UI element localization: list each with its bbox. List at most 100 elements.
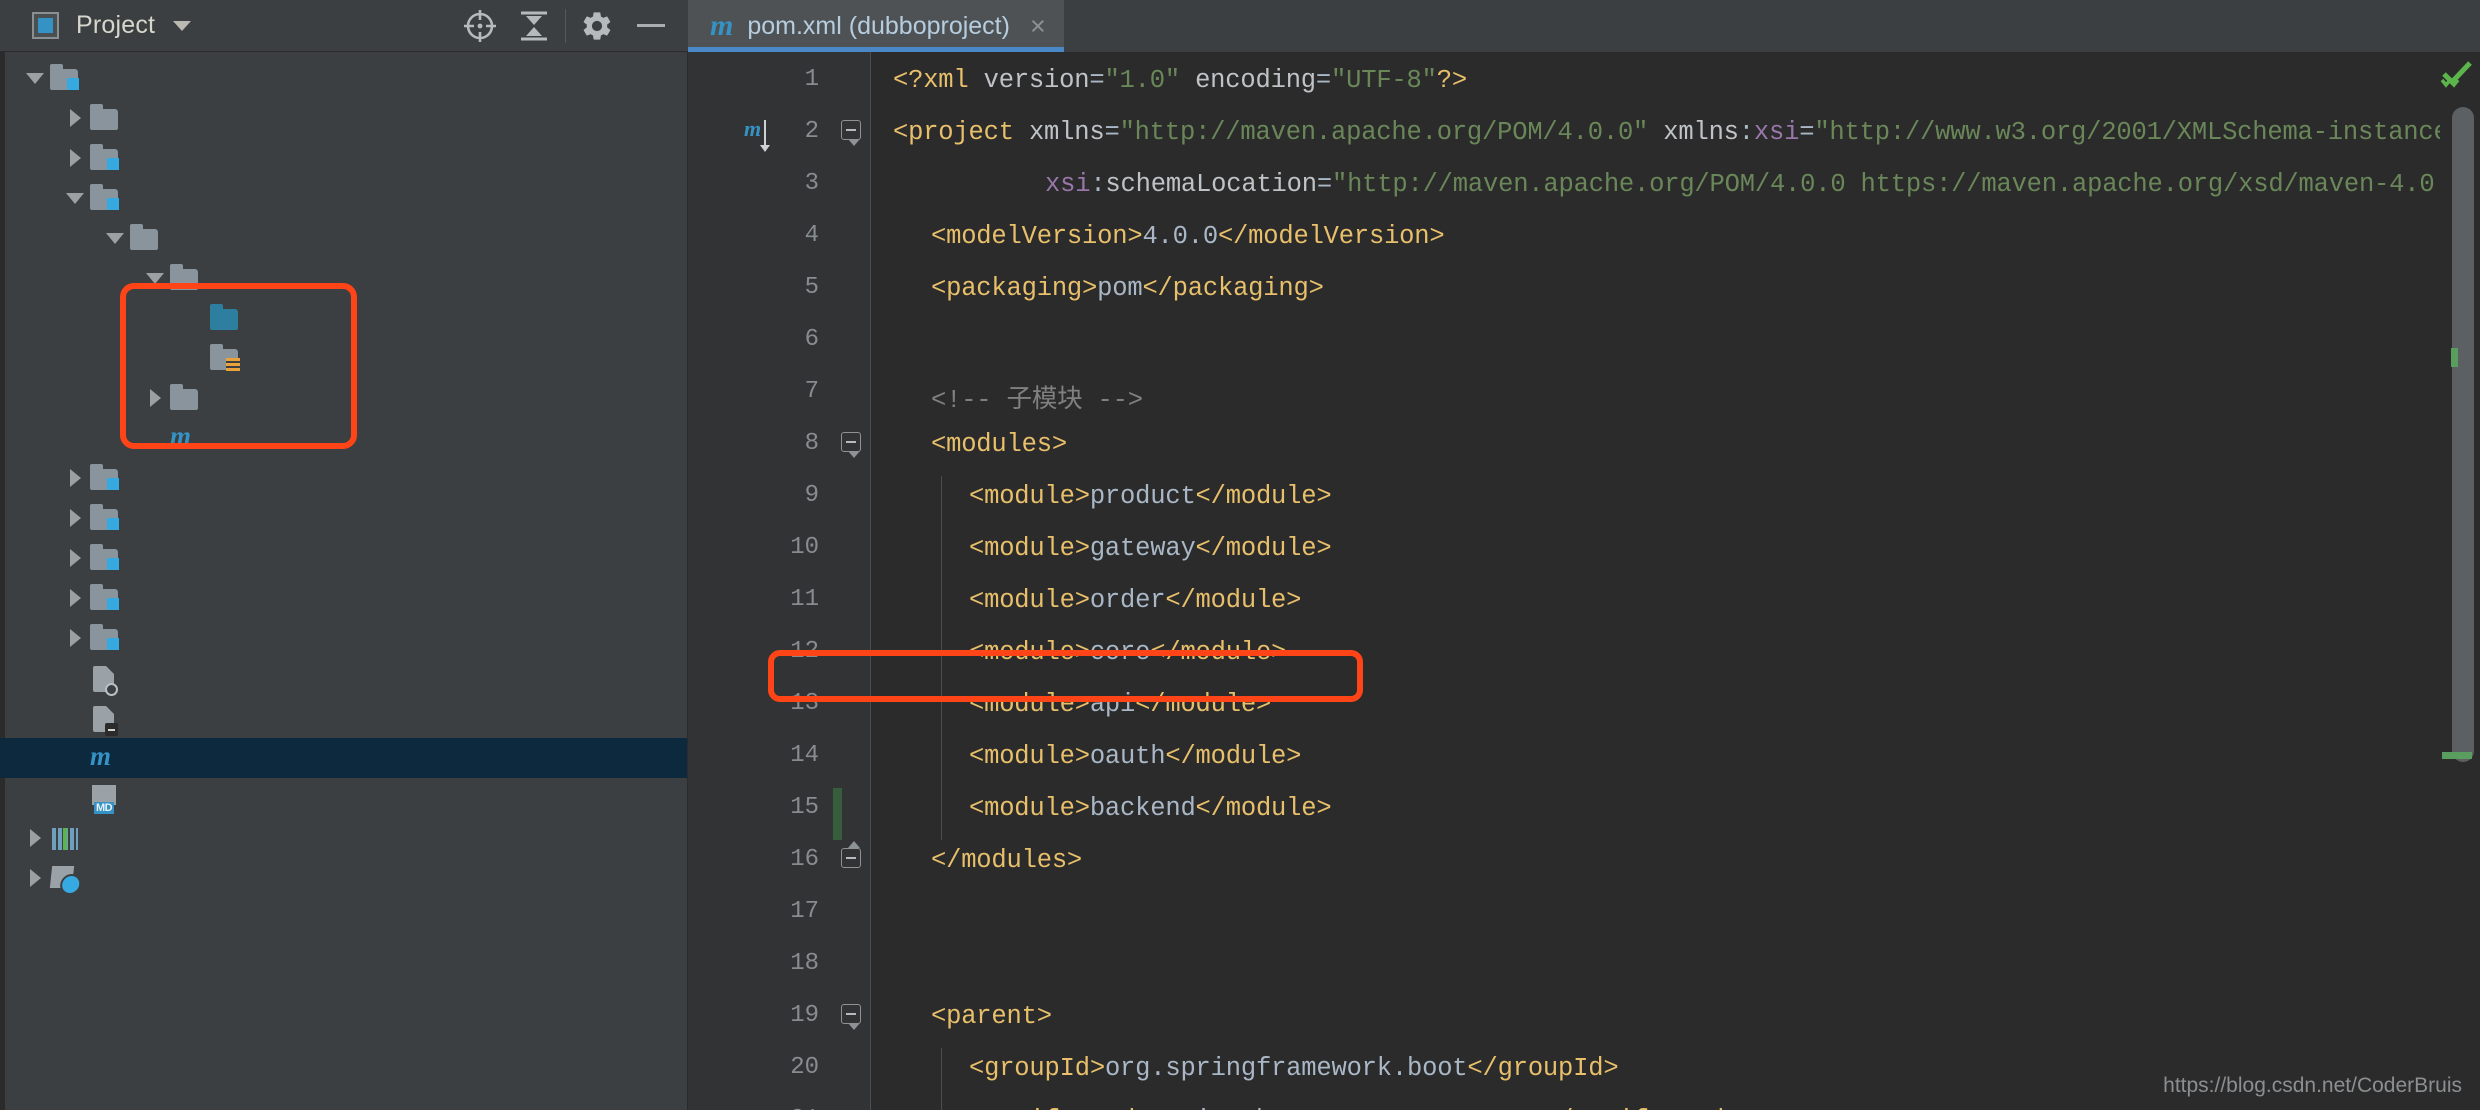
tree-item[interactable]: m	[0, 418, 687, 458]
file-ignored	[88, 663, 120, 696]
code-line[interactable]: <artifactId>spring-boot-starter-parent</…	[969, 1106, 1739, 1110]
line-number: 16	[790, 846, 819, 873]
code-line[interactable]: xsi:schemaLocation="http://maven.apache.…	[1045, 170, 2480, 199]
tree-item[interactable]	[0, 298, 687, 338]
code-line[interactable]: </modules>	[931, 846, 1082, 875]
tree-item-selected[interactable]: m	[0, 738, 687, 778]
code-token: <module>	[969, 638, 1090, 667]
line-number: 17	[790, 898, 819, 925]
code-line[interactable]: <module>gateway</module>	[969, 534, 1332, 563]
inspection-ok-checkmark[interactable]	[2440, 60, 2474, 88]
tree-expander-down-icon[interactable]	[102, 225, 128, 251]
tree-item[interactable]	[0, 138, 687, 178]
settings-gear-icon[interactable]	[570, 0, 624, 52]
code-line[interactable]: <module>order</module>	[969, 586, 1301, 615]
file-md	[88, 783, 120, 814]
tree-expander-down-icon[interactable]	[142, 265, 168, 291]
code-token: gateway	[1089, 534, 1196, 563]
code-line[interactable]: <modules>	[931, 430, 1067, 459]
folder-module	[48, 63, 80, 93]
code-token: xsi	[1045, 170, 1091, 199]
code-token: </module>	[1195, 482, 1332, 511]
code-line[interactable]: <?xml version="1.0" encoding="UTF-8"?>	[893, 66, 1467, 95]
code-line[interactable]: <packaging>pom</packaging>	[931, 274, 1324, 303]
line-number: 7	[804, 378, 819, 405]
code-line[interactable]: <groupId>org.springframework.boot</group…	[969, 1054, 1619, 1083]
fold-collapse-icon[interactable]	[841, 1004, 863, 1030]
code-token: spring-boot-starter-parent	[1150, 1106, 1543, 1110]
editor-gutter[interactable]: 1234567891011121314151617181920212223242…	[688, 52, 833, 1110]
editor-code-area[interactable]: <?xml version="1.0" encoding="UTF-8"?> <p…	[871, 52, 2480, 1110]
fold-collapse-icon[interactable]	[841, 120, 863, 146]
collapse-all-icon[interactable]	[507, 0, 561, 52]
code-line[interactable]: <module>core</module>	[969, 638, 1286, 667]
tree-expander-right-icon[interactable]	[62, 625, 88, 651]
code-line[interactable]: <module>backend</module>	[969, 794, 1332, 823]
tree-item[interactable]	[0, 258, 687, 298]
project-tree[interactable]: mm	[0, 52, 687, 898]
tree-expander-right-icon[interactable]	[62, 585, 88, 611]
code-line[interactable]: <module>oauth</module>	[969, 742, 1301, 771]
tree-expander-down-icon[interactable]	[22, 65, 48, 91]
tree-item[interactable]	[0, 218, 687, 258]
folder-module	[88, 183, 120, 213]
tree-expander-right-icon[interactable]	[62, 505, 88, 531]
fold-collapse-icon[interactable]	[841, 841, 863, 870]
code-editor[interactable]: 1234567891011121314151617181920212223242…	[688, 52, 2480, 1110]
hide-tool-window-icon[interactable]	[624, 0, 678, 52]
tree-item[interactable]	[0, 178, 687, 218]
tab-pom-xml[interactable]: m pom.xml (dubboproject) ×	[688, 0, 1064, 52]
code-line[interactable]: <!-- 子模块 -->	[931, 378, 1143, 415]
project-tree-panel[interactable]: mm	[0, 52, 688, 1110]
tree-item[interactable]	[0, 58, 687, 98]
tree-item[interactable]	[0, 538, 687, 578]
code-token: <artifactId>	[969, 1106, 1150, 1110]
tree-expander-right-icon[interactable]	[62, 145, 88, 171]
tree-item[interactable]	[0, 98, 687, 138]
tree-item[interactable]	[0, 658, 687, 698]
tree-expander-right-icon[interactable]	[62, 105, 88, 131]
locate-icon[interactable]	[453, 0, 507, 52]
line-number: 21	[790, 1106, 819, 1110]
editor-fold-gutter[interactable]	[833, 52, 871, 1110]
editor-scrollbar-thumb[interactable]	[2452, 107, 2474, 762]
code-token: oauth	[1089, 742, 1166, 771]
tree-expander-right-icon[interactable]	[22, 825, 48, 851]
tree-item[interactable]	[0, 458, 687, 498]
folder-module	[88, 543, 120, 573]
tree-item[interactable]	[0, 498, 687, 538]
code-line[interactable]: <parent>	[931, 1002, 1052, 1031]
tree-item[interactable]	[0, 858, 687, 898]
editor-marker-rail[interactable]	[2440, 52, 2480, 1110]
code-line[interactable]: <module>api</module>	[969, 690, 1271, 719]
vcs-added-line-marker[interactable]	[833, 788, 842, 840]
tree-expander-right-icon[interactable]	[22, 865, 48, 891]
tree-item[interactable]	[0, 818, 687, 858]
chevron-down-icon[interactable]	[173, 20, 192, 31]
file-iml	[88, 703, 120, 736]
tree-item[interactable]	[0, 378, 687, 418]
close-icon[interactable]: ×	[1030, 12, 1046, 40]
code-token: </groupId>	[1467, 1054, 1619, 1083]
tree-expander-down-icon[interactable]	[62, 185, 88, 211]
tab-label: pom.xml (dubboproject)	[747, 11, 1010, 40]
tree-item[interactable]	[0, 698, 687, 738]
tree-item[interactable]	[0, 618, 687, 658]
tree-expander-right-icon[interactable]	[142, 385, 168, 411]
tree-expander-right-icon[interactable]	[62, 465, 88, 491]
code-line[interactable]: <project xmlns="http://maven.apache.org/…	[893, 118, 2464, 147]
ide-window: Project m pom.xml (dubboproject) × m m M…	[0, 0, 2480, 1110]
toolbar-divider	[565, 8, 566, 43]
code-line[interactable]: <module>product</module>	[969, 482, 1332, 511]
maven-reimport-icon[interactable]: m	[744, 116, 761, 142]
tree-expander-right-icon[interactable]	[62, 545, 88, 571]
tree-item[interactable]	[0, 778, 687, 818]
tree-item[interactable]	[0, 578, 687, 618]
fold-collapse-icon[interactable]	[841, 432, 863, 458]
tree-item[interactable]	[0, 338, 687, 378]
code-line[interactable]: <modelVersion>4.0.0</modelVersion>	[931, 222, 1445, 251]
